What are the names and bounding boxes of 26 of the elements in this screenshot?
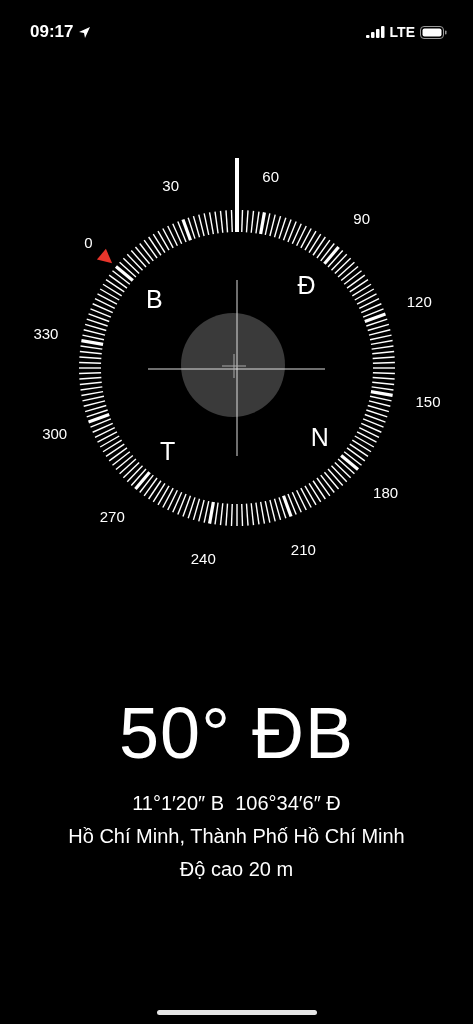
dial-label: 150 xyxy=(415,392,441,410)
cardinal-label: N xyxy=(310,423,329,452)
network-type: LTE xyxy=(389,24,415,40)
dial-label: 30 xyxy=(162,176,179,194)
cardinal-label: T xyxy=(159,436,176,465)
cardinal-label: Đ xyxy=(297,271,316,300)
dial-label: 60 xyxy=(262,167,280,185)
location-text: Hồ Chí Minh, Thành Phố Hồ Chí Minh xyxy=(68,825,405,848)
dial-label: 240 xyxy=(190,550,216,568)
dial-label: 210 xyxy=(290,541,316,559)
cardinal-label: B xyxy=(145,284,163,313)
clock-time: 09:17 xyxy=(30,22,74,42)
dial-label: 120 xyxy=(406,292,432,310)
dial-label: 270 xyxy=(99,507,125,525)
dial-label: 0 xyxy=(84,234,93,252)
battery-icon xyxy=(420,25,447,39)
dial-label: 180 xyxy=(373,483,399,501)
dial-label: 300 xyxy=(42,425,68,443)
signal-icon xyxy=(365,26,385,38)
dial-label: 90 xyxy=(353,210,371,228)
heading-reading: 50° ĐB xyxy=(119,692,354,774)
north-marker-icon xyxy=(96,248,113,264)
location-arrow-icon xyxy=(78,25,92,39)
altitude-text: Độ cao 20 m xyxy=(179,858,294,881)
dial-label: 330 xyxy=(33,325,59,343)
coordinates-text: 11°1′20″ B 106°34′6″ Đ xyxy=(132,792,341,815)
